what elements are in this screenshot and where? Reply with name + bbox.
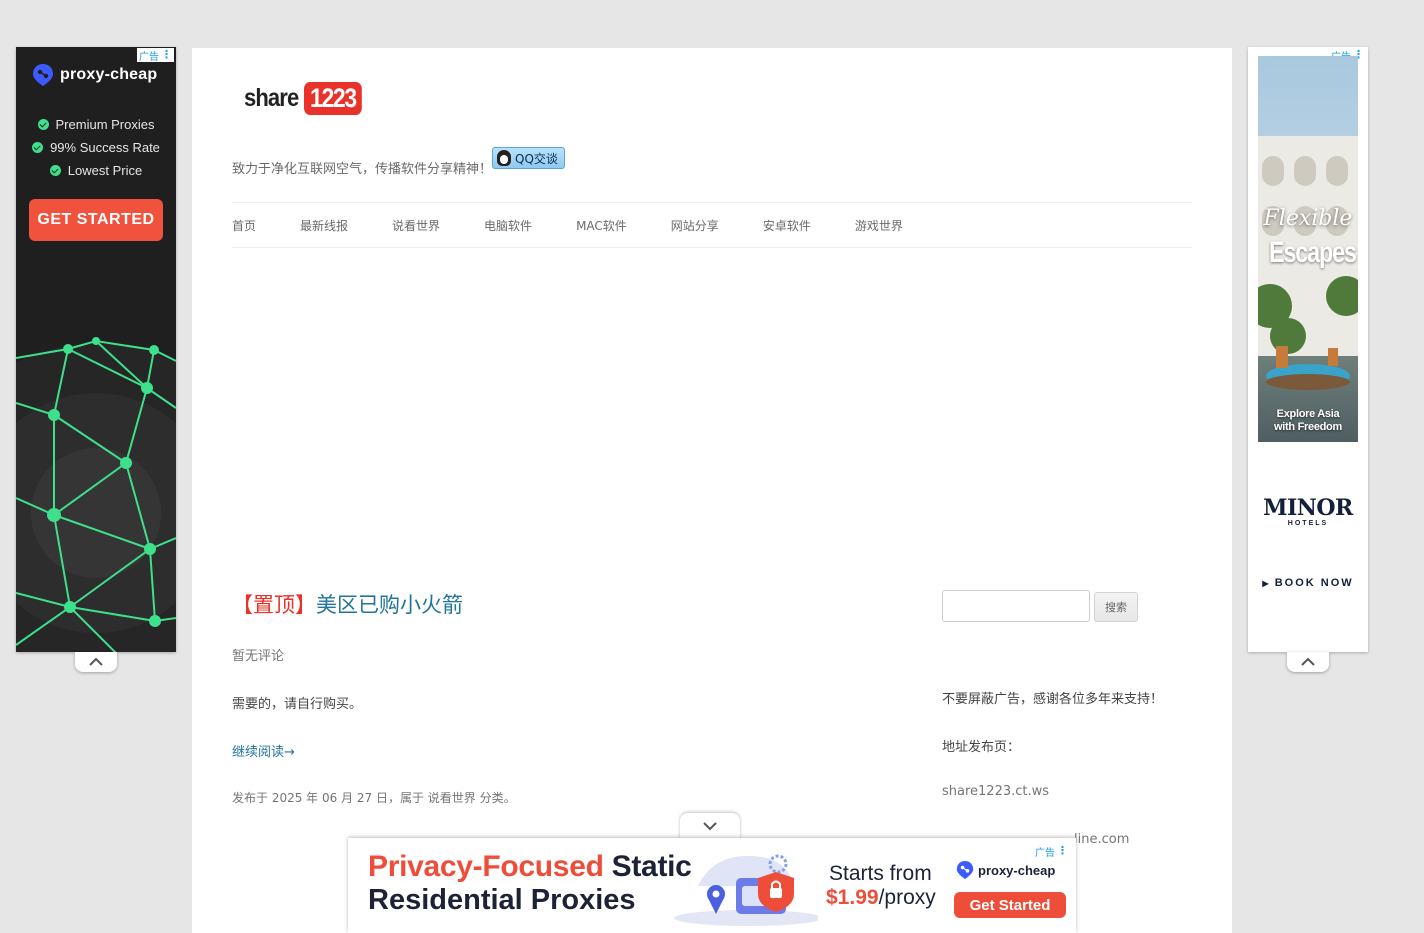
feature-text: Lowest Price [67, 163, 143, 178]
price-amount: $1.99 [826, 886, 879, 909]
left-ad-feature-list: Premium Proxies 99% Success Rate Lowest … [16, 113, 176, 182]
bottom-ad-subheadline: Residential Proxies [368, 884, 636, 916]
bottom-ad-brand: proxy-cheap [956, 860, 1055, 880]
post-title-link[interactable]: 【置顶】美区已购小火箭 [232, 589, 463, 619]
bottom-ad-headline: Privacy-Focused Static [368, 850, 692, 884]
list-item: Lowest Price [16, 159, 176, 182]
minor-hotels-logo: MINOR [1263, 495, 1353, 521]
logo-number: 1223 [303, 82, 362, 115]
right-ad-banner[interactable]: 广告 ⋮ Flexible Escapes Explore Asia with … [1248, 47, 1368, 652]
qq-penguin-icon [497, 150, 511, 166]
collapse-left-ad-button[interactable] [75, 652, 117, 672]
page-container: share 1223 致力于净化互联网空气，传播软件分享精神！ QQ交谈 首页 … [192, 48, 1232, 933]
ad-options-icon[interactable]: ⋮ [1057, 845, 1068, 856]
left-ad-banner[interactable]: 广告 ⋮ proxy-cheap Premium Proxies 99% Suc… [16, 47, 176, 652]
nav-item-latest[interactable]: 最新线报 [300, 217, 348, 234]
logo-text: share [244, 84, 299, 112]
ad-label-text: 广告 [139, 51, 159, 63]
post-excerpt: 需要的，请自行购买。 [232, 697, 363, 712]
proxy-illustration [674, 854, 818, 926]
nav-item-android[interactable]: 安卓软件 [763, 217, 811, 234]
proxy-cheap-logo: proxy-cheap [32, 63, 157, 87]
ad-notice: 不要屏蔽广告，感谢各位多年来支持！ [942, 692, 1164, 707]
get-started-button[interactable]: GET STARTED [29, 199, 163, 241]
bottom-get-started-button[interactable]: Get Started [954, 892, 1066, 918]
chevron-up-icon [89, 657, 103, 666]
address-label: 地址发布页： [942, 740, 1021, 755]
headline-highlight: Privacy-Focused [368, 850, 604, 883]
brand-text: proxy-cheap [978, 862, 1056, 878]
headline-script: Flexible [1263, 206, 1353, 231]
read-more-link[interactable]: 继续阅读→ [232, 741, 295, 760]
address-link-2[interactable]: line.com [1074, 832, 1129, 847]
search-button[interactable]: 搜索 [1094, 592, 1138, 622]
hotel-photo: Flexible Escapes Explore Asia with Freed… [1258, 56, 1358, 442]
site-logo[interactable]: share 1223 [244, 82, 372, 115]
qq-chat-label: QQ交谈 [515, 151, 558, 166]
nav-item-games[interactable]: 游戏世界 [855, 217, 903, 234]
nav-item-pc-software[interactable]: 电脑软件 [484, 217, 532, 234]
comment-count[interactable]: 暂无评论 [232, 645, 284, 664]
nav-item-world[interactable]: 说看世界 [392, 217, 440, 234]
network-graphic [16, 337, 176, 652]
minor-hotels-sub: HOTELS [1287, 520, 1329, 527]
post-meta: 发布于 2025 年 06 月 27 日，属于 说看世界 分类。 [232, 791, 516, 805]
site-tagline: 致力于净化互联网空气，传播软件分享精神！ [232, 162, 493, 177]
headline-bold: Escapes [1269, 236, 1357, 269]
price-unit: /proxy [878, 886, 936, 909]
check-icon [49, 165, 61, 176]
ad-subline: Explore Asia with Freedom [1258, 408, 1358, 434]
nav-item-home[interactable]: 首页 [232, 217, 256, 234]
price-prefix: Starts from [829, 862, 932, 885]
feature-text: 99% Success Rate [50, 140, 160, 155]
pinned-label: 【置顶】 [232, 593, 316, 617]
book-now-label: BOOK NOW [1274, 577, 1354, 589]
check-icon [32, 142, 44, 153]
nav-item-mac-software[interactable]: MAC软件 [576, 217, 627, 234]
collapse-right-ad-button[interactable] [1287, 652, 1329, 672]
list-item: Premium Proxies [16, 113, 176, 136]
chevron-down-icon [703, 822, 717, 831]
post-title-text: 美区已购小火箭 [316, 593, 463, 617]
subline-2: with Freedom [1274, 421, 1342, 433]
book-now-button[interactable]: ▶ BOOK NOW [1248, 577, 1368, 589]
ad-label-text: 广告 [1035, 847, 1055, 859]
proxy-cheap-pin-icon [956, 861, 974, 879]
collapse-bottom-ad-button[interactable] [680, 813, 740, 839]
ad-options-icon[interactable]: ⋮ [161, 49, 172, 60]
chevron-up-icon [1301, 657, 1315, 666]
search-input[interactable] [942, 590, 1090, 622]
feature-text: Premium Proxies [55, 117, 155, 132]
address-link-1[interactable]: share1223.ct.ws [942, 784, 1049, 799]
subline-1: Explore Asia [1276, 408, 1340, 420]
main-nav: 首页 最新线报 说看世界 电脑软件 MAC软件 网站分享 安卓软件 游戏世界 [232, 202, 1192, 248]
left-ad-brand: proxy-cheap [60, 66, 158, 83]
bottom-ad-banner[interactable]: 广告 ⋮ Privacy-Focused Static Residential … [348, 838, 1076, 933]
list-item: 99% Success Rate [16, 136, 176, 159]
play-triangle-icon: ▶ [1262, 579, 1275, 588]
check-icon [37, 119, 49, 130]
nav-item-site-share[interactable]: 网站分享 [671, 217, 719, 234]
ad-choices-label[interactable]: 广告 ⋮ [137, 48, 174, 63]
price-value: $1.99/proxy [826, 886, 936, 910]
ad-choices-label[interactable]: 广告 ⋮ [1033, 844, 1070, 859]
proxy-cheap-pin-icon [33, 64, 53, 86]
qq-chat-button[interactable]: QQ交谈 [492, 147, 565, 169]
